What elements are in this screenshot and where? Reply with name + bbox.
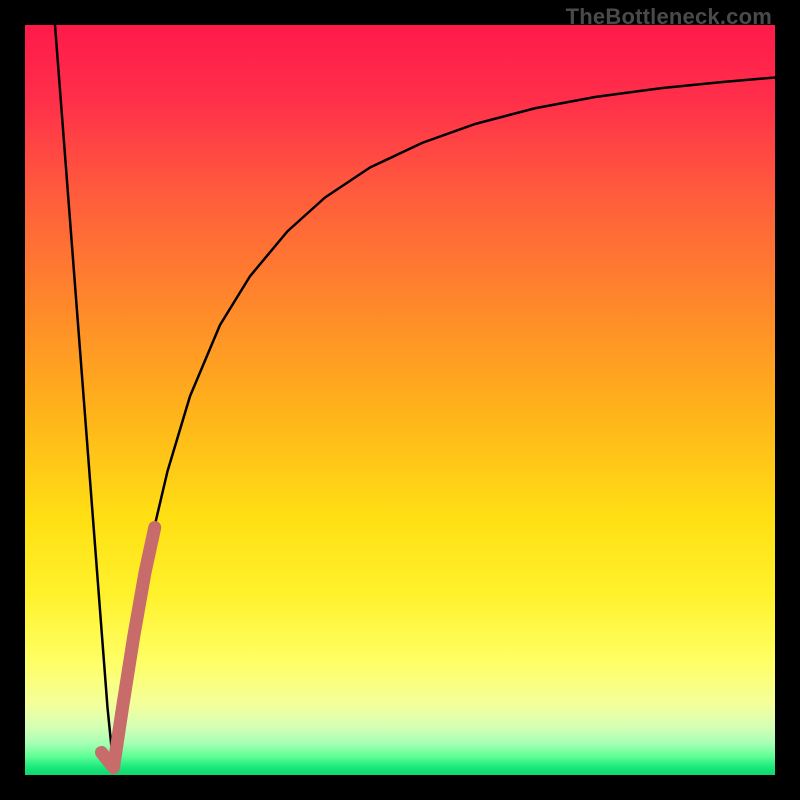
gradient-background xyxy=(25,25,775,775)
plot-area xyxy=(25,25,775,775)
chart-frame: TheBottleneck.com xyxy=(0,0,800,800)
watermark-text: TheBottleneck.com xyxy=(566,4,772,30)
chart-svg xyxy=(25,25,775,775)
